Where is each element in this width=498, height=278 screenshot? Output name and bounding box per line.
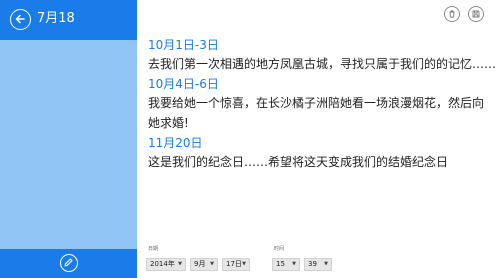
day-value: 17日 [226,260,242,268]
sidebar-title: 7月18 [37,11,75,26]
edit-button[interactable] [60,254,78,272]
hour-value: 15 [276,260,285,268]
chevron-down-icon: ▼ [324,261,328,267]
back-arrow-icon [15,14,25,24]
chevron-down-icon: ▼ [292,261,296,267]
back-button[interactable] [10,9,31,30]
chevron-down-icon: ▼ [178,261,182,267]
entry-date: 10月4日-6日 [148,77,219,91]
entry-date: 10月1日-3日 [148,38,219,52]
year-select[interactable]: 2014年 ▼ [146,258,186,271]
year-value: 2014年 [150,260,175,268]
sidebar-header: 7月18 [0,0,137,40]
entry: 11月20日 这是我们的纪念日……希望将这天变成我们的结婚纪念日 [148,134,494,172]
save-icon [472,10,480,18]
pencil-icon [64,258,73,267]
minute-value: 39 [308,260,317,268]
delete-button[interactable] [444,6,460,22]
date-label: 日期 [148,246,159,252]
hour-select[interactable]: 15 ▼ [272,258,300,271]
month-select[interactable]: 9月 ▼ [190,258,218,271]
month-value: 9月 [194,260,206,268]
entry: 10月1日-3日 去我们第一次相遇的地方凤凰古城，寻找只属于我们的的记忆…… [148,36,497,74]
sidebar-footer [0,249,137,278]
chevron-down-icon: ▼ [242,261,246,267]
save-button[interactable] [468,6,484,22]
time-label: 时间 [274,246,285,252]
chevron-down-icon: ▼ [210,261,214,267]
trash-icon [449,10,455,18]
entry-list: 10月1日-3日 去我们第一次相遇的地方凤凰古城，寻找只属于我们的的记忆…… 1… [148,36,497,173]
day-select[interactable]: 17日 ▼ [222,258,250,271]
sidebar: 7月18 [0,0,137,278]
entry-text: 我要给她一个惊喜，在长沙橘子洲陪她看一场浪漫烟花，然后向她求婚! [148,96,485,130]
entry-text: 这是我们的纪念日……希望将这天变成我们的结婚纪念日 [148,155,449,169]
entry: 10月4日-6日 我要给她一个惊喜，在长沙橘子洲陪她看一场浪漫烟花，然后向她求婚… [148,75,494,133]
minute-select[interactable]: 39 ▼ [304,258,332,271]
entry-text: 去我们第一次相遇的地方凤凰古城，寻找只属于我们的的记忆…… [148,57,497,71]
entry-date: 11月20日 [148,136,203,150]
